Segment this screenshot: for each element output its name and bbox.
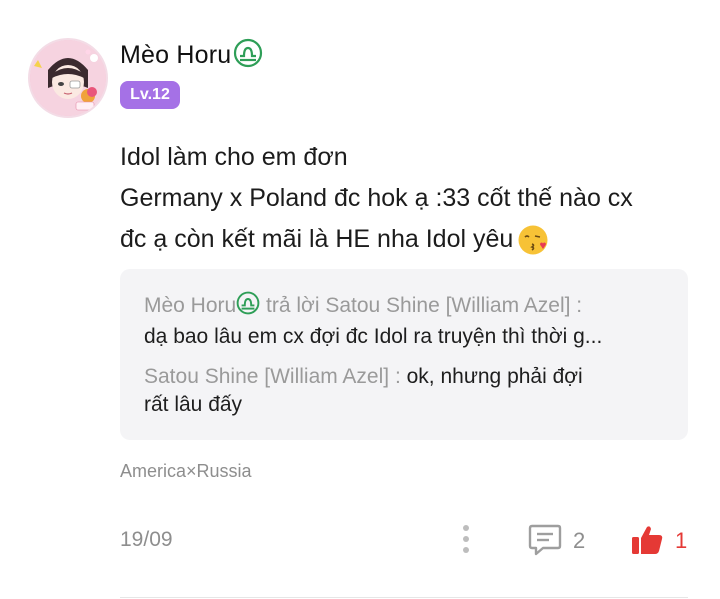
comment-bubble-icon	[528, 524, 562, 556]
reply-author: Mèo Horu	[144, 294, 237, 317]
topic-tag[interactable]: America×Russia	[120, 461, 252, 482]
thumbs-up-icon	[632, 526, 663, 554]
like-button[interactable]: 1	[629, 520, 699, 560]
divider	[120, 597, 688, 598]
kissing-face-emoji-icon	[517, 224, 549, 256]
reply-line-1: Satou Shine [William Azel] : ok, nhưng p…	[144, 363, 669, 391]
username-text: Mèo Horu	[120, 41, 232, 70]
comment-line-2: Germany x Poland đc hok ạ :33 cốt thế nà…	[120, 184, 633, 212]
avatar-image	[30, 40, 106, 116]
reply-thread[interactable]: Mèo Horu trả lời Satou Shine [William Az…	[120, 269, 688, 440]
comment-line-1: Idol làm cho em đơn	[120, 143, 348, 171]
comment-line-3-text: đc ạ còn kết mãi là HE nha Idol yêu	[120, 225, 514, 253]
reply-button[interactable]: 2	[527, 520, 597, 560]
libra-icon	[233, 38, 263, 75]
reply-connector: trả lời	[260, 294, 326, 317]
reply-author: Satou Shine [William Azel] :	[144, 365, 401, 388]
comment-line-3: đc ạ còn kết mãi là HE nha Idol yêu	[120, 219, 700, 260]
comment-text: Idol làm cho em đơn Germany x Poland đc …	[120, 137, 700, 260]
like-count: 1	[675, 528, 688, 553]
avatar[interactable]	[30, 40, 106, 116]
reply-item[interactable]: Satou Shine [William Azel] : ok, nhưng p…	[144, 363, 669, 419]
reply-text: ok, nhưng phải đợi	[400, 365, 583, 388]
vertical-dots-icon	[463, 525, 469, 553]
level-badge: Lv.12	[120, 81, 180, 109]
more-options-button[interactable]	[455, 522, 477, 556]
reply-target: Satou Shine [William Azel] :	[325, 294, 583, 317]
libra-icon	[236, 291, 260, 323]
reply-item[interactable]: Mèo Horu trả lời Satou Shine [William Az…	[144, 291, 669, 351]
reply-line-2: rất lâu đấy	[144, 393, 243, 416]
reply-text: dạ bao lâu em cx đợi đc Idol ra truyện t…	[144, 325, 603, 348]
reply-count: 2	[573, 528, 586, 553]
username[interactable]: Mèo Horu	[120, 38, 263, 75]
reply-header: Mèo Horu trả lời Satou Shine [William Az…	[144, 291, 669, 323]
comment-date: 19/09	[120, 528, 173, 551]
